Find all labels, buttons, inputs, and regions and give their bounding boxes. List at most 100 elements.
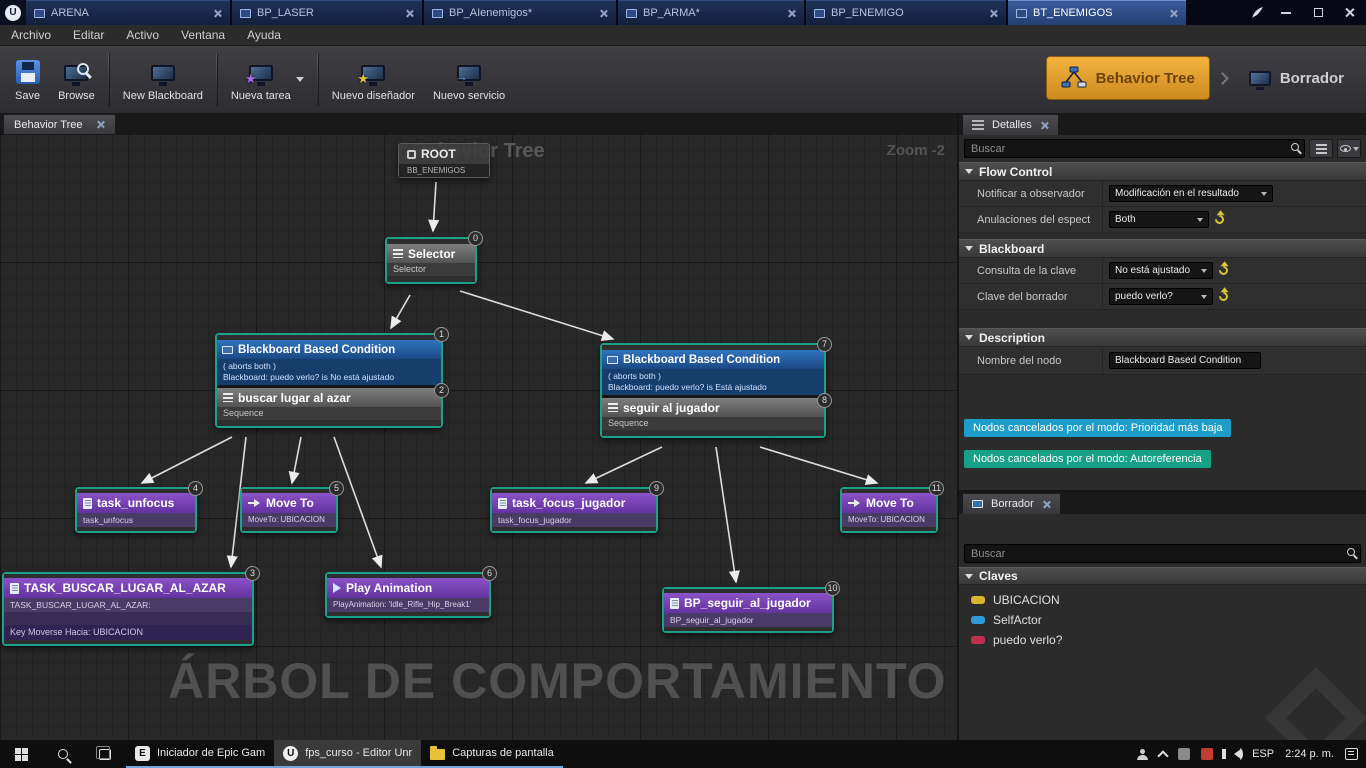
people-icon[interactable] — [1137, 748, 1149, 760]
close-tab-icon[interactable] — [1042, 500, 1051, 509]
bt-node-seguir-al-jugador[interactable]: 7 8 Blackboard Based Condition ( aborts … — [600, 337, 832, 438]
bt-node-move-to-right[interactable]: 11 Move To MoveTo: UBICACION — [840, 481, 944, 533]
window-tab-label: BT_ENEMIGOS — [1033, 7, 1113, 19]
property-row: Clave del borrador puedo verlo? — [959, 284, 1366, 310]
window-tab-bt-enemigos[interactable]: BT_ENEMIGOS — [1008, 0, 1186, 25]
key-item-selfactor[interactable]: SelfActor — [959, 610, 1366, 630]
key-item-puedo-verlo[interactable]: puedo verlo? — [959, 630, 1366, 650]
new-service-button[interactable]: → Nuevo servicio — [424, 50, 514, 110]
key-item-ubicacion[interactable]: UBICACION — [959, 590, 1366, 610]
section-flow-control[interactable]: Flow Control — [959, 162, 1366, 181]
section-claves[interactable]: Claves — [959, 567, 1366, 585]
save-button[interactable]: Save — [6, 50, 49, 110]
task-script-icon — [498, 497, 507, 509]
start-button[interactable] — [0, 740, 42, 768]
observer-aborts-dropdown[interactable]: Both — [1109, 211, 1209, 228]
bt-node-buscar-lugar-al-azar[interactable]: 1 2 Blackboard Based Condition ( aborts … — [215, 327, 449, 428]
window-tab-bp-enemigo[interactable]: BP_ENEMIGO — [806, 0, 1006, 25]
decorator-rule: Blackboard: puedo verlo? is Está ajustad… — [608, 381, 767, 392]
close-tab-icon[interactable] — [989, 9, 998, 18]
details-search[interactable] — [964, 139, 1305, 158]
window-tab-bp-arma[interactable]: BP_ARMA* — [618, 0, 804, 25]
new-task-button[interactable]: ★ Nueva tarea — [222, 50, 313, 110]
close-tab-icon[interactable] — [1040, 121, 1049, 130]
tray-app-icon[interactable] — [1178, 748, 1191, 760]
action-center-icon[interactable] — [1345, 748, 1358, 760]
new-task-icon: ★ — [245, 64, 273, 86]
feedback-icon[interactable] — [1244, 0, 1270, 25]
close-tab-icon[interactable] — [599, 9, 608, 18]
behavior-tree-graph[interactable]: Behavior Tree Zoom -2 ÁRBOL DE COMPORTAM… — [0, 134, 957, 740]
tab-detalles[interactable]: Detalles — [962, 114, 1059, 135]
doc-tab-behavior-tree[interactable]: Behavior Tree — [3, 114, 117, 134]
chevron-down-icon — [1352, 146, 1359, 151]
menu-activo[interactable]: Activo — [115, 28, 170, 42]
window-tab-arena[interactable]: ARENA — [26, 0, 230, 25]
close-button[interactable] — [1334, 0, 1366, 25]
bt-node-root[interactable]: ROOT BB_ENEMIGOS — [398, 143, 490, 178]
chevron-down-icon — [1201, 268, 1207, 273]
window-tab-bp-aienemigos[interactable]: BP_AIenemigos* — [424, 0, 616, 25]
language-indicator[interactable]: ESP — [1252, 748, 1274, 760]
taskbar-search-button[interactable] — [42, 740, 84, 768]
maximize-button[interactable] — [1302, 0, 1334, 25]
node-name-field[interactable]: Blackboard Based Condition — [1109, 352, 1261, 369]
blackboard-search-input[interactable] — [964, 544, 1361, 563]
blueprint-icon — [814, 8, 825, 18]
browse-button[interactable]: Browse — [49, 50, 104, 110]
bt-node-bp-seguir-al-jugador[interactable]: 10 BP_seguir_al_jugador BP_seguir_al_jug… — [662, 581, 840, 633]
key-query-dropdown[interactable]: No está ajustado — [1109, 262, 1213, 279]
window-tab-bp-laser[interactable]: BP_LASER — [232, 0, 422, 25]
section-description[interactable]: Description — [959, 328, 1366, 347]
close-tab-icon[interactable] — [405, 9, 414, 18]
unreal-logo-icon[interactable]: U — [0, 0, 26, 25]
close-tab-icon[interactable] — [213, 9, 222, 18]
blackboard-mode-button[interactable]: Borrador — [1235, 56, 1358, 100]
bt-node-selector[interactable]: 0 Selector Selector — [385, 231, 483, 284]
close-tab-icon[interactable] — [1169, 9, 1178, 18]
toolbar-separator — [107, 53, 110, 106]
tray-app-icon-red[interactable] — [1201, 748, 1214, 760]
selector-icon — [393, 249, 403, 258]
bt-node-task-buscar-lugar-al-azar[interactable]: 3 TASK_BUSCAR_LUGAR_AL_AZAR TASK_BUSCAR_… — [2, 566, 260, 646]
menu-editar[interactable]: Editar — [62, 28, 115, 42]
close-tab-icon[interactable] — [787, 9, 796, 18]
menu-archivo[interactable]: Archivo — [0, 28, 62, 42]
tab-borrador[interactable]: Borrador — [962, 493, 1061, 514]
play-animation-icon — [333, 583, 341, 593]
taskbar-app-epic-launcher[interactable]: E Iniciador de Epic Gam — [126, 740, 275, 768]
collapse-triangle-icon — [965, 335, 973, 340]
reset-to-default-icon[interactable] — [1213, 213, 1226, 226]
bt-node-task-unfocus[interactable]: 4 task_unfocus task_unfocus — [75, 481, 203, 533]
new-decorator-button[interactable]: ★ Nuevo diseñador — [323, 50, 424, 110]
bt-node-move-to-left[interactable]: 5 Move To MoveTo: UBICACION — [240, 481, 344, 533]
menu-ayuda[interactable]: Ayuda — [236, 28, 292, 42]
blackboard-key-dropdown[interactable]: puedo verlo? — [1109, 288, 1213, 305]
details-search-input[interactable] — [964, 139, 1305, 158]
chevron-down-icon[interactable] — [295, 77, 304, 82]
new-blackboard-button[interactable]: New Blackboard — [114, 50, 212, 110]
section-blackboard[interactable]: Blackboard — [959, 239, 1366, 258]
reset-to-default-icon[interactable] — [1217, 290, 1230, 303]
view-options-button[interactable] — [1337, 139, 1361, 158]
task-view-button[interactable] — [84, 740, 126, 768]
clock[interactable]: 2:24 p. m. — [1285, 748, 1334, 760]
menu-ventana[interactable]: Ventana — [170, 28, 236, 42]
blackboard-search[interactable] — [964, 544, 1361, 563]
bt-node-task-focus-jugador[interactable]: 9 task_focus_jugador task_focus_jugador — [490, 481, 664, 533]
order-badge: 9 — [649, 481, 664, 496]
bt-node-play-animation[interactable]: 6 Play Animation PlayAnimation: 'Idle_Ri… — [325, 566, 497, 618]
speaker-icon[interactable] — [1222, 748, 1244, 760]
property-row: Consulta de la clave No está ajustado — [959, 258, 1366, 284]
decorator-blackboard-condition[interactable]: Blackboard Based Condition ( aborts both… — [217, 340, 441, 388]
notify-observer-dropdown[interactable]: Modificación en el resultado — [1109, 185, 1273, 202]
close-tab-icon[interactable] — [96, 120, 105, 129]
taskbar-app-unreal-editor[interactable]: U fps_curso - Editor Unr — [274, 740, 422, 768]
minimize-button[interactable] — [1270, 0, 1302, 25]
decorator-blackboard-condition[interactable]: Blackboard Based Condition ( aborts both… — [602, 350, 824, 398]
behavior-tree-mode-button[interactable]: Behavior Tree — [1045, 56, 1210, 100]
reset-to-default-icon[interactable] — [1217, 264, 1230, 277]
tray-expand-icon[interactable] — [1157, 750, 1169, 762]
taskbar-app-capturas[interactable]: Capturas de pantalla — [421, 740, 563, 768]
property-matrix-button[interactable] — [1309, 139, 1333, 158]
